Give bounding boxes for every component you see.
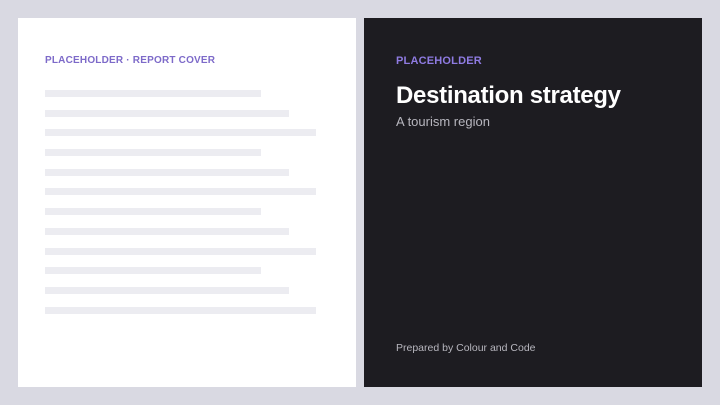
placeholder-line [45,149,261,157]
placeholder-line [45,188,316,196]
placeholder-line [45,129,316,137]
placeholder-line [45,247,316,255]
cover-subtitle: A tourism region [396,114,490,129]
placeholder-line [45,90,261,97]
cover-title-panel: PLACEHOLDER Destination strategy A touri… [364,18,702,387]
cover-title: Destination strategy [396,82,621,109]
placeholder-line [45,168,289,176]
placeholder-line [45,208,261,216]
placeholder-line [45,286,289,294]
report-cover-preview: PLACEHOLDER · REPORT COVER [18,18,356,387]
placeholder-line [45,267,261,275]
placeholder-line [45,109,289,117]
prepared-by-credit: Prepared by Colour and Code [396,342,536,354]
placeholder-label: PLACEHOLDER [396,55,482,67]
report-cover-label: PLACEHOLDER · REPORT COVER [45,55,216,66]
placeholder-text-lines [45,90,316,326]
placeholder-line [45,306,316,314]
placeholder-line [45,227,289,235]
